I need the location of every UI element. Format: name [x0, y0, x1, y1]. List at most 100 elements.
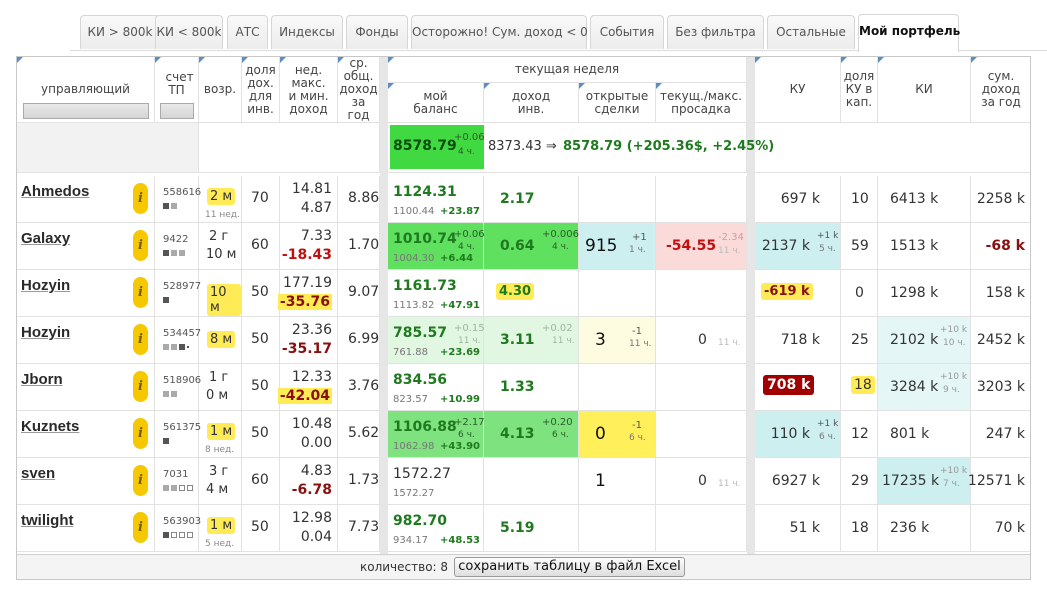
- share-cell: 60: [242, 458, 280, 505]
- tab-1[interactable]: КИ < 800k: [155, 15, 223, 49]
- header-ku[interactable]: КУ: [755, 57, 841, 123]
- open-deals-hours: 1 ч.: [629, 245, 646, 255]
- avg-value: 7.73: [348, 519, 380, 535]
- share-value: 50: [251, 519, 269, 535]
- week-max-value: 23.36: [291, 322, 332, 338]
- sum-income-value: 247 k: [985, 426, 1025, 442]
- age-cell: 2 м 11 нед.: [199, 176, 242, 223]
- header-my-balance[interactable]: мой баланс: [388, 83, 484, 123]
- balance-cell: 1161.73 1113.82 +47.91: [388, 270, 484, 317]
- tab-2[interactable]: АТС: [227, 15, 268, 49]
- balance-change: +10.99: [440, 394, 481, 405]
- balance-delta: +0.15: [454, 323, 485, 334]
- manager-cell: Ahmedos i: [17, 176, 155, 223]
- header-age[interactable]: возр.: [199, 57, 242, 123]
- ku-cell: 6927 k: [755, 458, 841, 505]
- tab-4[interactable]: Фонды: [346, 15, 408, 49]
- ki-cell: 2102 k +10 k 10 ч.: [878, 317, 971, 364]
- week-max-value: 12.33: [291, 369, 332, 385]
- tab-9[interactable]: Мой портфель: [858, 14, 960, 52]
- open-deals-cell: [579, 176, 656, 223]
- balance-delta: +0.06: [454, 229, 485, 240]
- info-icon[interactable]: i: [133, 512, 148, 543]
- balance-change: +48.53: [440, 535, 481, 546]
- age-cell: 1 м 5 нед.: [199, 505, 242, 552]
- table-footer: количество: 8 сохранить таблицу в файл E…: [17, 554, 1030, 579]
- manager-name-link[interactable]: Kuznets: [21, 418, 79, 435]
- header-week-maxmin[interactable]: нед. макс. и мин. доход: [280, 57, 338, 123]
- tab-7[interactable]: Без фильтра: [667, 15, 764, 49]
- header-manager[interactable]: управляющий: [17, 57, 155, 123]
- drawdown-value: -54.55: [666, 238, 717, 254]
- drawdown-cell: [656, 270, 747, 317]
- open-deals-delta: -1: [632, 326, 642, 337]
- open-deals-cell: [579, 270, 656, 317]
- account-cell: 561375: [155, 411, 201, 458]
- info-icon[interactable]: i: [133, 465, 148, 496]
- sum-income-value: 158 k: [985, 285, 1025, 301]
- sum-income-cell: 2258 k: [971, 176, 1030, 223]
- share-value: 60: [251, 472, 269, 488]
- manager-cell: Hozyin i: [17, 317, 155, 364]
- summary-balance-delta: +0.06: [454, 132, 485, 143]
- ku-cell: 110 k +1 k 6 ч.: [755, 411, 841, 458]
- manager-name-link[interactable]: Ahmedos: [21, 183, 89, 200]
- export-excel-button[interactable]: сохранить таблицу в файл Excel: [454, 557, 685, 577]
- rating-square: [163, 532, 169, 538]
- header-ki[interactable]: КИ: [878, 57, 971, 123]
- info-icon[interactable]: i: [133, 183, 148, 214]
- header-sum-income[interactable]: сум. доход за год: [971, 57, 1030, 123]
- balance-value: 1161.73: [393, 278, 457, 294]
- account-number: 528977: [163, 281, 202, 292]
- rating-square: [163, 250, 169, 256]
- balance-cell: 785.57 +0.15 11 ч. 761.88 +23.69: [388, 317, 485, 364]
- header-account[interactable]: счет ТП: [155, 57, 199, 123]
- header-ku-share[interactable]: доля КУ в кап.: [841, 57, 878, 123]
- tab-3[interactable]: Индексы: [271, 15, 343, 49]
- info-icon[interactable]: i: [133, 324, 148, 355]
- header-ki-label: КИ: [915, 82, 933, 96]
- header-income[interactable]: доход инв.: [484, 83, 579, 123]
- manager-name-link[interactable]: twilight: [21, 512, 74, 529]
- manager-cell: Jborn i: [17, 364, 155, 411]
- manager-name-link[interactable]: Hozyin: [21, 277, 70, 294]
- income-value: 5.19: [500, 520, 535, 536]
- header-week-maxmin-label: нед. макс. и мин. доход: [288, 62, 329, 116]
- manager-name-link[interactable]: Hozyin: [21, 324, 70, 341]
- share-value: 50: [251, 425, 269, 441]
- drawdown-cell: [656, 176, 747, 223]
- ki-delta: +10 k: [940, 466, 968, 476]
- header-current-week-label: текущая неделя: [514, 62, 620, 76]
- info-icon[interactable]: i: [133, 230, 148, 261]
- manager-name-link[interactable]: sven: [21, 465, 55, 482]
- manager-name-link[interactable]: Jborn: [21, 371, 63, 388]
- balance-change: +47.91: [440, 300, 481, 311]
- header-avg[interactable]: ср. общ. доход за год: [338, 57, 380, 123]
- header-drawdown[interactable]: текущ./макс. просадка: [656, 83, 747, 123]
- avg-cell: 3.76: [338, 364, 380, 411]
- header-share[interactable]: доля дох. для инв.: [242, 57, 280, 123]
- tab-0[interactable]: КИ > 800k: [80, 15, 160, 49]
- header-open-deals[interactable]: открытые сделки: [579, 83, 656, 123]
- info-icon[interactable]: i: [133, 418, 148, 449]
- ki-cell: 1298 k: [878, 270, 971, 317]
- tab-5[interactable]: Осторожно! Сум. доход < 0: [411, 15, 588, 49]
- manager-name-link[interactable]: Galaxy: [21, 230, 70, 247]
- drawdown-value: 0: [698, 473, 707, 489]
- info-icon[interactable]: i: [133, 371, 148, 402]
- info-icon[interactable]: i: [133, 277, 148, 308]
- drawdown-value: 0: [698, 332, 707, 348]
- open-deals-hours: 11 ч.: [629, 339, 652, 349]
- ku-share-value: 0: [855, 285, 864, 301]
- drawdown-max: -2.34: [718, 232, 744, 243]
- rating-square: [179, 344, 185, 350]
- tab-8[interactable]: Остальные: [767, 15, 855, 49]
- tab-6[interactable]: События: [590, 15, 664, 49]
- balance-value: 785.57: [393, 325, 448, 341]
- account-filter-input[interactable]: [160, 103, 194, 119]
- manager-filter-input[interactable]: [23, 103, 149, 119]
- week-maxmin-cell: 10.48 0.00: [280, 411, 338, 458]
- income-cell: 3.11 +0.02 11 ч.: [484, 317, 579, 364]
- balance-cell: 834.56 823.57 +10.99: [388, 364, 484, 411]
- ki-delta: +10 k: [940, 325, 968, 335]
